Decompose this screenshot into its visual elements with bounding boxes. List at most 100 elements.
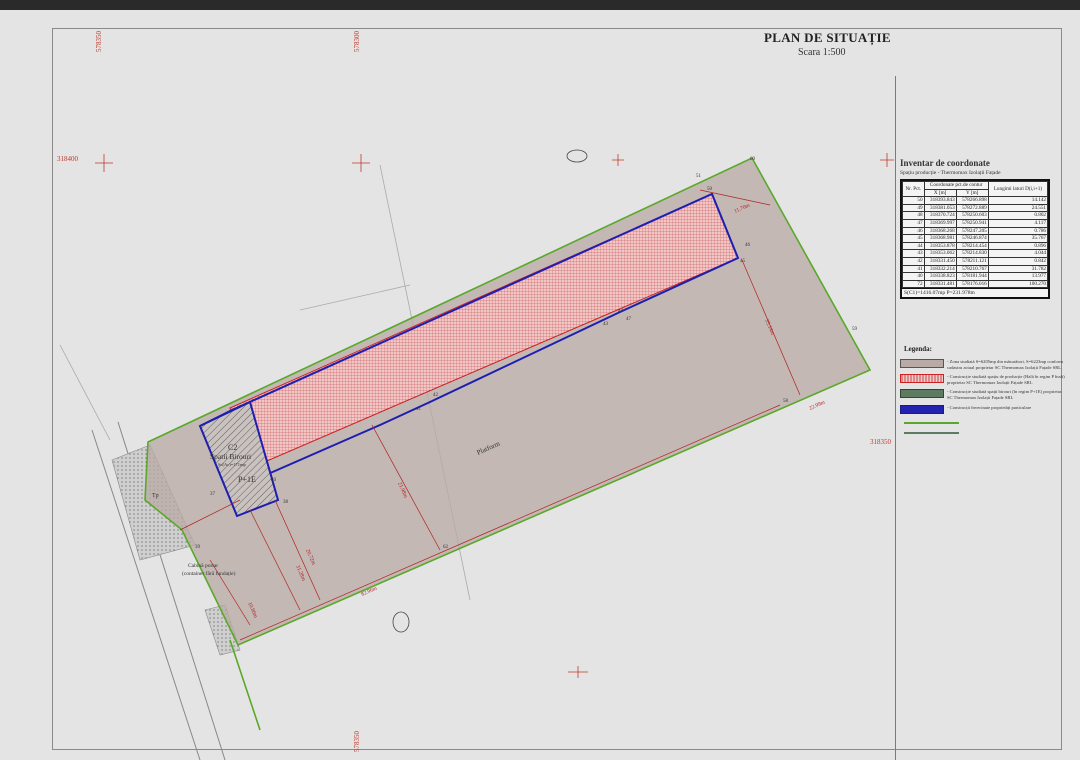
- svg-text:38: 38: [283, 500, 289, 505]
- table-header: Inventar de coordonate: [900, 158, 990, 168]
- svg-text:47: 47: [626, 317, 632, 322]
- legend-text-office: - Construcție studiată spații birouri (î…: [947, 389, 1062, 400]
- cell-length: 4.044: [987, 249, 1049, 258]
- cell-x: 318338.823: [923, 272, 957, 281]
- coordinate-table-panel: Inventar de coordonate Spațiu producție …: [900, 158, 1050, 300]
- cell-y: 578247.205: [955, 226, 989, 236]
- cell-nr: 50: [902, 196, 925, 205]
- legend-darkgreen-line: [904, 431, 959, 434]
- cell-length: 31.782: [987, 264, 1049, 274]
- cell-length: 24.551: [987, 203, 1049, 213]
- c2-area: Sc(Ac)=171mp: [218, 462, 247, 467]
- legend-text-study-zone: - Zona studiată S=6205mp din măsurători,…: [947, 359, 1063, 370]
- cell-y: 578214.454: [955, 241, 989, 251]
- cell-y: 578250.941: [955, 218, 989, 228]
- cell-nr: 45: [902, 234, 925, 243]
- cell-x: 318368.268: [923, 226, 957, 236]
- col-x: X [m]: [923, 188, 957, 198]
- cell-x: 318369.997: [923, 218, 957, 228]
- svg-text:62: 62: [443, 545, 449, 550]
- parcel-green-extension: [229, 639, 261, 731]
- svg-text:43: 43: [603, 322, 609, 327]
- legend-text-existing: - Construcții învecinate proprietăți par…: [947, 404, 1032, 410]
- cell-y: 578246.874: [955, 234, 989, 243]
- cell-length: 0.842: [987, 256, 1049, 266]
- svg-text:45: 45: [740, 259, 746, 264]
- cell-nr: 44: [902, 241, 925, 251]
- legend-title: Legenda:: [904, 345, 932, 353]
- cell-length: 4.117: [987, 218, 1049, 228]
- svg-text:41: 41: [416, 407, 422, 412]
- table-row: 40 318338.823 578181.944 13.977: [902, 272, 1049, 281]
- cell-y: 578272.889: [955, 203, 989, 213]
- svg-text:59: 59: [852, 327, 858, 332]
- gatehouse-label: Cabină portar: [188, 563, 218, 569]
- cell-nr: 43: [902, 249, 925, 258]
- svg-text:60: 60: [750, 157, 756, 162]
- svg-text:39: 39: [195, 545, 201, 550]
- cell-x: 318331.481: [923, 279, 957, 289]
- col-nr: Nr. Pct.: [902, 180, 925, 198]
- cell-y: 578211.121: [955, 256, 989, 266]
- svg-text:37: 37: [210, 492, 216, 497]
- col-y: Y [m]: [955, 188, 989, 198]
- cell-nr: 46: [902, 226, 925, 236]
- legend-green-line: [904, 421, 959, 424]
- cell-x: 318331.450: [923, 256, 957, 266]
- legend-text-hall: - Construcție studiată spațiu de producț…: [947, 374, 1065, 385]
- table-row: 49 318381.053 578272.889 24.551: [902, 203, 1049, 213]
- table-row: 45 318368.981 578246.874 35.767: [902, 234, 1049, 243]
- table-row: 42 318331.450 578211.121 0.842: [902, 256, 1049, 266]
- cell-length: 13.977: [987, 272, 1049, 281]
- col-length: Lungimi laturi D(i,i+1): [987, 180, 1049, 198]
- table-row: 48 318370.724 578250.603 0.802: [902, 211, 1049, 220]
- coordinate-table: Nr. Pct. Coordonate pct.de contur Lungim…: [900, 179, 1050, 300]
- legend-item-hall: - Construcție studiată spațiu de producț…: [900, 374, 1065, 385]
- cell-x: 318393.843: [923, 196, 957, 205]
- cell-length: 100.270: [987, 279, 1049, 289]
- cell-x: 318332.214: [923, 264, 957, 274]
- svg-text:51: 51: [696, 174, 702, 179]
- table-row: 43 318353.062 578214.830 4.044: [902, 249, 1049, 258]
- svg-text:58: 58: [783, 399, 789, 404]
- cell-nr: 49: [902, 203, 925, 213]
- legend-item-existing: - Construcții învecinate proprietăți par…: [900, 404, 1065, 414]
- cell-x: 318368.981: [923, 234, 957, 243]
- cell-length: 0.802: [987, 211, 1049, 220]
- legend-extra-lines: [900, 421, 1065, 434]
- cell-length: 0.896: [987, 241, 1049, 251]
- cell-y: 578250.603: [955, 211, 989, 220]
- c2-height: P+1E: [238, 475, 256, 484]
- cell-nr: 48: [902, 211, 925, 220]
- legend-swatch-hall: [900, 374, 944, 384]
- cell-nr: 41: [902, 264, 925, 274]
- svg-text:44: 44: [618, 309, 624, 314]
- svg-text:40: 40: [271, 478, 277, 483]
- tp-label: Tp: [152, 493, 159, 499]
- gatehouse-sublabel: (container fără fundație): [182, 570, 236, 577]
- legend-panel: Legenda: - Zona studiată S=6205mp din mă…: [900, 345, 1065, 434]
- cell-y: 578210.767: [955, 264, 989, 274]
- table-row: 46 318368.268 578247.205 0.786: [902, 226, 1049, 236]
- table-row: 72 318331.481 578176.016 100.270: [902, 279, 1049, 289]
- svg-text:42: 42: [433, 393, 439, 398]
- legend-item-office: - Construcție studiată spații birouri (î…: [900, 389, 1065, 400]
- cell-x: 318381.053: [923, 203, 957, 213]
- legend-item-study-zone: - Zona studiată S=6205mp din măsurători,…: [900, 359, 1065, 370]
- svg-text:50: 50: [707, 187, 713, 192]
- cell-y: 578214.830: [955, 249, 989, 258]
- cell-x: 318353.062: [923, 249, 957, 258]
- table-row: 47 318369.997 578250.941 4.117: [902, 218, 1049, 228]
- cell-length: 14.142: [987, 196, 1049, 205]
- legend-swatch-study-zone: [900, 359, 944, 368]
- cell-y: 578176.016: [955, 279, 989, 289]
- col-coords: Coordonate pct.de contur: [923, 181, 989, 190]
- legend-swatch-office: [900, 389, 944, 399]
- cell-length: 35.767: [987, 234, 1049, 243]
- table-row: 50 318393.843 578266.898 14.142: [902, 196, 1049, 205]
- svg-text:46: 46: [745, 243, 751, 248]
- cell-nr: 40: [902, 272, 925, 281]
- dim-right: 22.99m: [808, 399, 826, 412]
- cell-length: 0.786: [987, 226, 1049, 236]
- cell-y: 578266.898: [955, 196, 989, 205]
